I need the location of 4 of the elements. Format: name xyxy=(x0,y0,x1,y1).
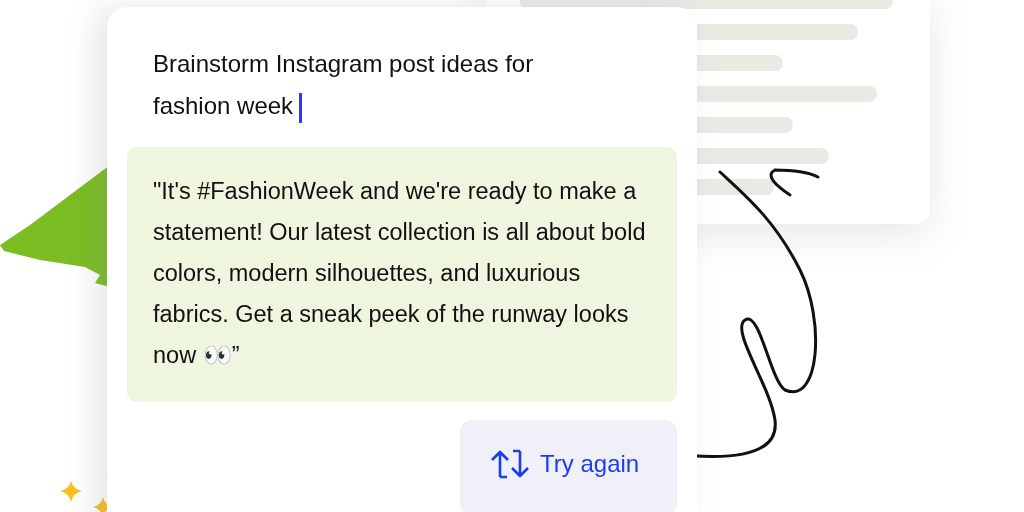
prompt-text[interactable]: Brainstorm Instagram post ideas for fashion week xyxy=(153,43,613,127)
try-again-button[interactable]: Try again xyxy=(460,420,677,512)
swap-arrows-icon xyxy=(490,448,530,479)
response-text: "It's #FashionWeek and we're ready to make a statement! Our latest collection is all about bold colors, modern silhouettes, and luxurious fabrics. Get a sneak peek of the runway looks now 👀” xyxy=(127,147,677,402)
